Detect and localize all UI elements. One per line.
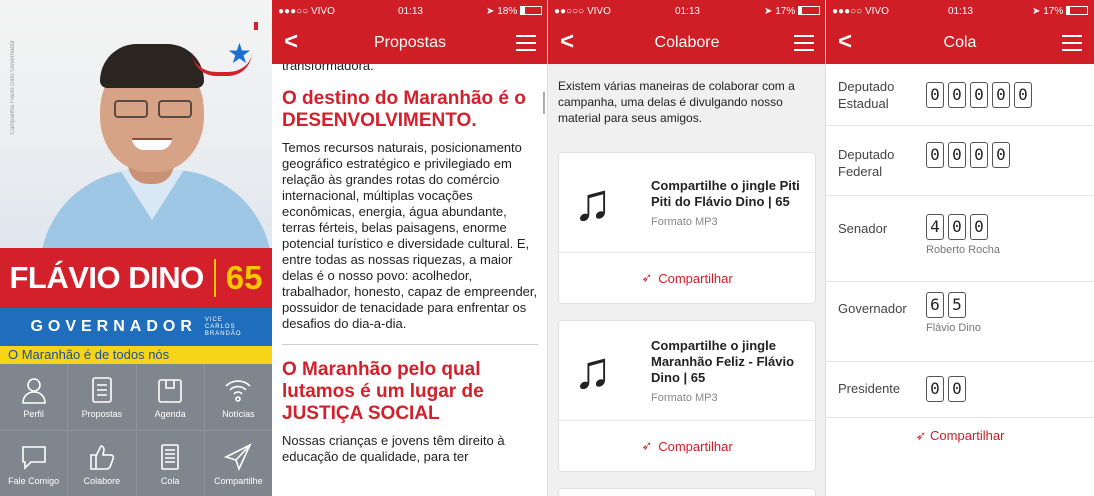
jingle-title: Compartilhe o jingle Piti Piti do Flávio… bbox=[651, 177, 800, 209]
cola-screen: ●●●○○ VIVO 01:13 ➤ 17% < Cola Deputado E… bbox=[826, 0, 1094, 496]
share-button[interactable]: ➶ Compartilhar bbox=[559, 253, 815, 303]
music-note-icon: ♫ bbox=[573, 341, 612, 400]
intro-text: Existem várias maneiras de colaborar com… bbox=[558, 79, 795, 125]
number-input[interactable]: 6 5 bbox=[926, 292, 966, 318]
divider bbox=[282, 344, 538, 345]
office-label: Presidente bbox=[838, 381, 901, 396]
battery: ➤ 17% bbox=[764, 6, 820, 17]
ballot-row: Deputado Estadual 0 0 0 0 0 bbox=[826, 64, 1094, 126]
menu-cola[interactable]: Cola bbox=[136, 431, 204, 496]
section-paragraph: Nossas crianças e jovens têm direito à e… bbox=[282, 433, 505, 464]
office-banner: GOVERNADOR VICE CARLOS BRANDÃO bbox=[0, 308, 272, 346]
ballot-row: Governador 6 5 Flávio Dino bbox=[826, 282, 1094, 362]
jingle-format: Formato MP3 bbox=[651, 391, 718, 404]
candidate-banner: FLÁVIO DINO 65 bbox=[0, 248, 272, 308]
clock: 01:13 bbox=[674, 5, 700, 17]
section-heading: O Maranhão pelo qual lutamos é um lugar … bbox=[282, 359, 484, 424]
slogan: O Maranhão é de todos nós bbox=[0, 346, 272, 364]
colabore-screen: ●●○○○ VIVO 01:13 ➤ 17% < Colabore Existe… bbox=[548, 0, 826, 496]
calendar-icon bbox=[158, 379, 182, 403]
candidate-name: Flávio Dino bbox=[926, 322, 982, 334]
clock: 01:13 bbox=[397, 5, 423, 17]
back-icon[interactable]: < bbox=[838, 30, 852, 54]
battery: ➤ 17% bbox=[1032, 6, 1088, 17]
person-icon bbox=[21, 378, 46, 404]
thumbs-up-icon bbox=[90, 445, 115, 470]
vice-label: VICE CARLOS BRANDÃO bbox=[204, 316, 242, 337]
section-heading: O destino do Maranhão é o DESENVOLVIMENT… bbox=[282, 88, 526, 131]
candidate-name: FLÁVIO DINO bbox=[9, 260, 205, 295]
number-input[interactable]: 4 0 0 bbox=[926, 214, 988, 240]
propostas-screen: ●●●○○ VIVO 01:13 ➤ 18% < Propostas trans… bbox=[272, 0, 548, 496]
menu-propostas[interactable]: Propostas bbox=[68, 364, 136, 430]
battery-icon bbox=[520, 6, 542, 16]
number-input[interactable]: 0 0 0 0 bbox=[926, 142, 1010, 168]
star-icon: ★ bbox=[226, 38, 252, 69]
jingle-card: ♫ Compartilhe o jingle Piti Piti do Fláv… bbox=[558, 152, 816, 304]
candidate-photo: Campanha Flávio Dino Governador ★ bbox=[0, 0, 272, 250]
battery-icon bbox=[1066, 6, 1088, 16]
clock: 01:13 bbox=[947, 5, 973, 17]
text-fragment: transformadora. bbox=[282, 64, 374, 73]
menu-fale-comigo[interactable]: Fale Comigo bbox=[0, 431, 68, 496]
document-icon bbox=[92, 377, 112, 403]
battery-icon bbox=[798, 6, 820, 16]
jingle-title: Compartilhe o jingle Maranhão Feliz - Fl… bbox=[651, 337, 795, 385]
office-label: Senador bbox=[838, 221, 888, 236]
back-icon[interactable]: < bbox=[560, 30, 574, 54]
menu-colabore[interactable]: Colabore bbox=[68, 431, 136, 496]
music-note-icon: ♫ bbox=[573, 173, 612, 232]
wifi-icon bbox=[225, 380, 251, 402]
menu-noticias[interactable]: Notícias bbox=[204, 364, 272, 430]
send-icon: ➶ bbox=[641, 270, 653, 285]
propostas-content[interactable]: transformadora. O destino do Maranhão é … bbox=[272, 64, 548, 496]
office-label: GOVERNADOR bbox=[30, 318, 197, 335]
jingle-card: ♫ Compartilhe o jingle Maranhão Feliz - … bbox=[558, 320, 816, 472]
list-icon bbox=[161, 444, 179, 470]
scrollbar[interactable] bbox=[543, 92, 545, 114]
page-title: Colabore bbox=[654, 34, 720, 51]
office-label: Governador bbox=[838, 301, 907, 316]
send-icon: ➶ bbox=[641, 438, 653, 453]
carrier: ●●○○○ VIVO bbox=[554, 5, 611, 17]
jingle-card bbox=[558, 488, 816, 496]
hamburger-menu-icon[interactable] bbox=[794, 35, 814, 51]
ballot-row: Deputado Federal 0 0 0 0 bbox=[826, 126, 1094, 196]
status-bar: ●●●○○ VIVO 01:13 ➤ 18% bbox=[272, 0, 548, 22]
candidate-number: 65 bbox=[225, 259, 263, 296]
carrier: ●●●○○ VIVO bbox=[278, 5, 335, 17]
number-input[interactable]: 0 0 bbox=[926, 376, 966, 402]
ballot-row: Presidente 0 0 bbox=[826, 362, 1094, 418]
nav-bar: < Cola bbox=[826, 22, 1094, 64]
jingle-format: Formato MP3 bbox=[651, 215, 718, 228]
office-label: Deputado Estadual bbox=[838, 79, 895, 111]
nav-bar: < Propostas bbox=[272, 22, 548, 64]
carrier: ●●●○○ VIVO bbox=[832, 5, 889, 17]
number-input[interactable]: 0 0 0 0 0 bbox=[926, 82, 1032, 108]
ballot-row: Senador 4 0 0 Roberto Rocha bbox=[826, 196, 1094, 282]
battery: ➤ 18% bbox=[486, 6, 542, 17]
vertical-note: Campanha Flávio Dino Governador bbox=[10, 40, 16, 135]
share-button[interactable]: ➶ Compartilhar bbox=[826, 428, 1094, 444]
menu-perfil[interactable]: Perfil bbox=[0, 364, 68, 430]
back-icon[interactable]: < bbox=[284, 30, 298, 54]
office-label: Deputado Federal bbox=[838, 147, 895, 179]
status-bar: ●●○○○ VIVO 01:13 ➤ 17% bbox=[548, 0, 826, 22]
menu-agenda[interactable]: Agenda bbox=[136, 364, 204, 430]
share-button[interactable]: ➶ Compartilhar bbox=[559, 421, 815, 471]
hamburger-menu-icon[interactable] bbox=[1062, 35, 1082, 51]
page-title: Cola bbox=[943, 34, 977, 51]
menu-compartilhe[interactable]: Compartilhe bbox=[204, 431, 272, 496]
candidate-name: Roberto Rocha bbox=[926, 244, 1000, 256]
page-title: Propostas bbox=[373, 34, 447, 51]
send-icon: ➶ bbox=[915, 428, 927, 443]
chat-icon bbox=[21, 446, 46, 470]
home-menu-grid: Perfil Propostas Agenda Notícias Fale Co… bbox=[0, 364, 272, 496]
home-screen: Campanha Flávio Dino Governador ★ FLÁVIO… bbox=[0, 0, 272, 496]
nav-bar: < Colabore bbox=[548, 22, 826, 64]
hamburger-menu-icon[interactable] bbox=[516, 35, 536, 51]
status-bar: ●●●○○ VIVO 01:13 ➤ 17% bbox=[826, 0, 1094, 22]
section-paragraph: Temos recursos naturais, posicionamento … bbox=[282, 140, 538, 331]
send-icon bbox=[224, 443, 253, 472]
